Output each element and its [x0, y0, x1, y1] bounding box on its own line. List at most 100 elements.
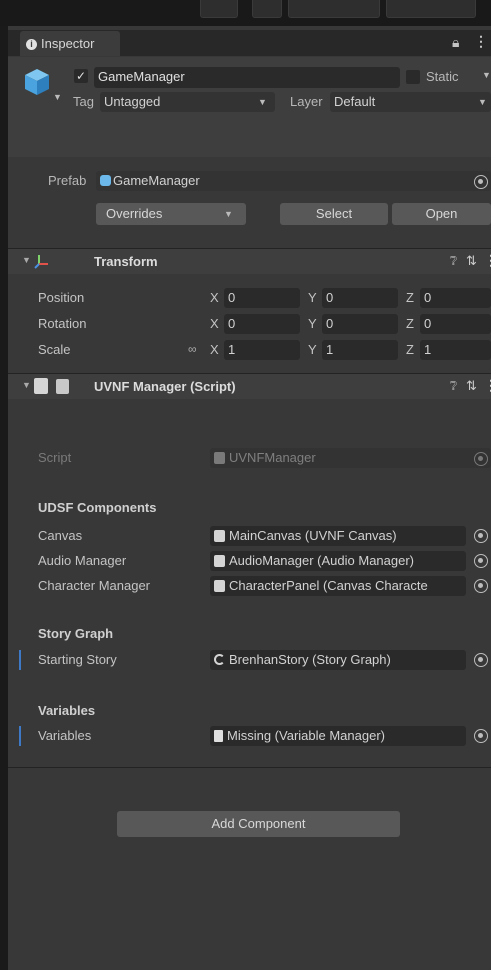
variables-label: Variables — [38, 728, 92, 743]
starting-story-field[interactable]: BrenhanStory (Story Graph) — [210, 650, 466, 670]
tag-chevron-down-icon: ▼ — [258, 97, 267, 107]
script-file-icon — [56, 379, 69, 394]
position-y-axis[interactable]: Y — [308, 288, 317, 308]
component-menu-icon[interactable]: ⋮ — [484, 252, 491, 269]
tab-inspector[interactable]: i Inspector — [20, 31, 120, 56]
scale-y-axis[interactable]: Y — [308, 340, 317, 360]
character-manager-value: CharacterPanel (Canvas Characte — [229, 578, 428, 593]
rotation-y-field[interactable]: 0 — [322, 314, 398, 334]
script-checkbox[interactable] — [34, 378, 48, 394]
starting-story-value: BrenhanStory (Story Graph) — [229, 652, 391, 667]
gameobject-cube-icon — [25, 69, 49, 95]
constrain-proportions-link-icon[interactable]: ∞ — [188, 342, 197, 356]
lock-icon[interactable]: 🔒︎ — [452, 34, 459, 51]
position-y-field[interactable]: 0 — [322, 288, 398, 308]
rotation-x-axis[interactable]: X — [210, 314, 219, 334]
scale-x-axis[interactable]: X — [210, 340, 219, 360]
rotation-z-field[interactable]: 0 — [420, 314, 491, 334]
tab-inspector-label: Inspector — [41, 36, 95, 51]
transform-header[interactable]: ▼ Transform ❔︎ ⇅ ⋮ — [8, 248, 491, 274]
script-label: Script — [38, 450, 72, 465]
prefab-dropdown-arrow-icon[interactable]: ▼ — [53, 92, 62, 102]
story-graph-icon — [214, 654, 225, 665]
character-manager-label: Character Manager — [38, 578, 150, 593]
overrides-label: Overrides — [106, 206, 163, 221]
audio-manager-label: Audio Manager — [38, 553, 127, 568]
add-component-button[interactable]: Add Component — [117, 811, 400, 837]
overrides-dropdown[interactable]: Overrides ▼ — [96, 203, 246, 225]
transform-foldout-icon[interactable]: ▼ — [22, 255, 31, 265]
info-icon: i — [26, 39, 37, 51]
audio-manager-value: AudioManager (Audio Manager) — [229, 553, 414, 568]
component-menu-icon[interactable]: ⋮ — [484, 377, 491, 394]
prefab-label: Prefab — [48, 173, 87, 188]
starting-story-label: Starting Story — [38, 652, 117, 667]
canvas-label: Canvas — [38, 528, 83, 543]
variables-header: Variables — [38, 703, 96, 718]
variables-picker-icon[interactable] — [474, 729, 488, 743]
rotation-y-axis[interactable]: Y — [308, 314, 317, 334]
audio-manager-field[interactable]: AudioManager (Audio Manager) — [210, 551, 466, 571]
transform-title: Transform — [94, 254, 158, 269]
script-component-header[interactable]: ▼ UVNF Manager (Script) ❔︎ ⇅ ⋮ — [8, 373, 491, 399]
audio-manager-object-icon — [214, 555, 225, 567]
name-field[interactable]: GameManager — [94, 67, 400, 88]
active-checkbox[interactable]: ✓ — [74, 69, 88, 83]
position-z-axis[interactable]: Z — [406, 288, 414, 308]
static-dropdown-icon[interactable]: ▼ — [482, 70, 491, 80]
character-manager-picker-icon[interactable] — [474, 579, 488, 593]
layers-dropdown[interactable] — [288, 0, 380, 18]
script-picker-icon — [474, 452, 488, 466]
scale-z-field[interactable]: 1 — [420, 340, 491, 360]
canvas-field[interactable]: MainCanvas (UVNF Canvas) — [210, 526, 466, 546]
prefab-value: GameManager — [113, 173, 200, 188]
static-label: Static — [426, 69, 459, 84]
override-indicator — [19, 726, 21, 746]
script-asset-icon — [214, 452, 225, 464]
prefab-field[interactable]: GameManager — [96, 171, 491, 191]
static-checkbox[interactable] — [406, 70, 420, 84]
layout-dropdown[interactable] — [386, 0, 476, 18]
canvas-picker-icon[interactable] — [474, 529, 488, 543]
prefab-picker-icon[interactable] — [474, 175, 488, 189]
select-button[interactable]: Select — [280, 203, 388, 225]
rotation-x-field[interactable]: 0 — [224, 314, 300, 334]
presets-icon[interactable]: ⇅ — [466, 253, 477, 269]
left-edge — [0, 26, 8, 970]
scale-label: Scale — [38, 342, 71, 357]
layer-value: Default — [334, 94, 376, 109]
transform-axis-icon — [34, 255, 48, 269]
script-foldout-icon[interactable]: ▼ — [22, 380, 31, 390]
variables-value: Missing (Variable Manager) — [227, 728, 385, 743]
udsf-components-header: UDSF Components — [38, 500, 157, 515]
character-manager-object-icon — [214, 580, 225, 592]
audio-manager-picker-icon[interactable] — [474, 554, 488, 568]
more-options-icon[interactable]: ⋮ — [474, 33, 488, 50]
account-button[interactable] — [200, 0, 238, 18]
position-z-field[interactable]: 0 — [420, 288, 491, 308]
rotation-z-axis[interactable]: Z — [406, 314, 414, 334]
help-icon[interactable]: ❔︎ — [450, 379, 457, 394]
prefab-asset-icon — [100, 175, 111, 186]
script-field: UVNFManager — [210, 448, 491, 468]
position-x-axis[interactable]: X — [210, 288, 219, 308]
variables-file-icon — [214, 730, 223, 742]
scale-y-field[interactable]: 1 — [322, 340, 398, 360]
override-indicator — [19, 650, 21, 670]
starting-story-picker-icon[interactable] — [474, 653, 488, 667]
scale-x-field[interactable]: 1 — [224, 340, 300, 360]
open-button[interactable]: Open — [392, 203, 491, 225]
layer-dropdown[interactable]: Default ▼ — [330, 92, 491, 112]
cloud-button[interactable] — [252, 0, 282, 18]
tag-dropdown[interactable]: Untagged ▼ — [100, 92, 275, 112]
component-separator — [8, 767, 491, 768]
presets-icon[interactable]: ⇅ — [466, 378, 477, 394]
layer-label: Layer — [290, 94, 323, 109]
position-x-field[interactable]: 0 — [224, 288, 300, 308]
character-manager-field[interactable]: CharacterPanel (Canvas Characte — [210, 576, 466, 596]
help-icon[interactable]: ❔︎ — [450, 254, 457, 269]
variables-field[interactable]: Missing (Variable Manager) — [210, 726, 466, 746]
scale-z-axis[interactable]: Z — [406, 340, 414, 360]
canvas-object-icon — [214, 530, 225, 542]
overrides-chevron-down-icon: ▼ — [224, 209, 233, 219]
